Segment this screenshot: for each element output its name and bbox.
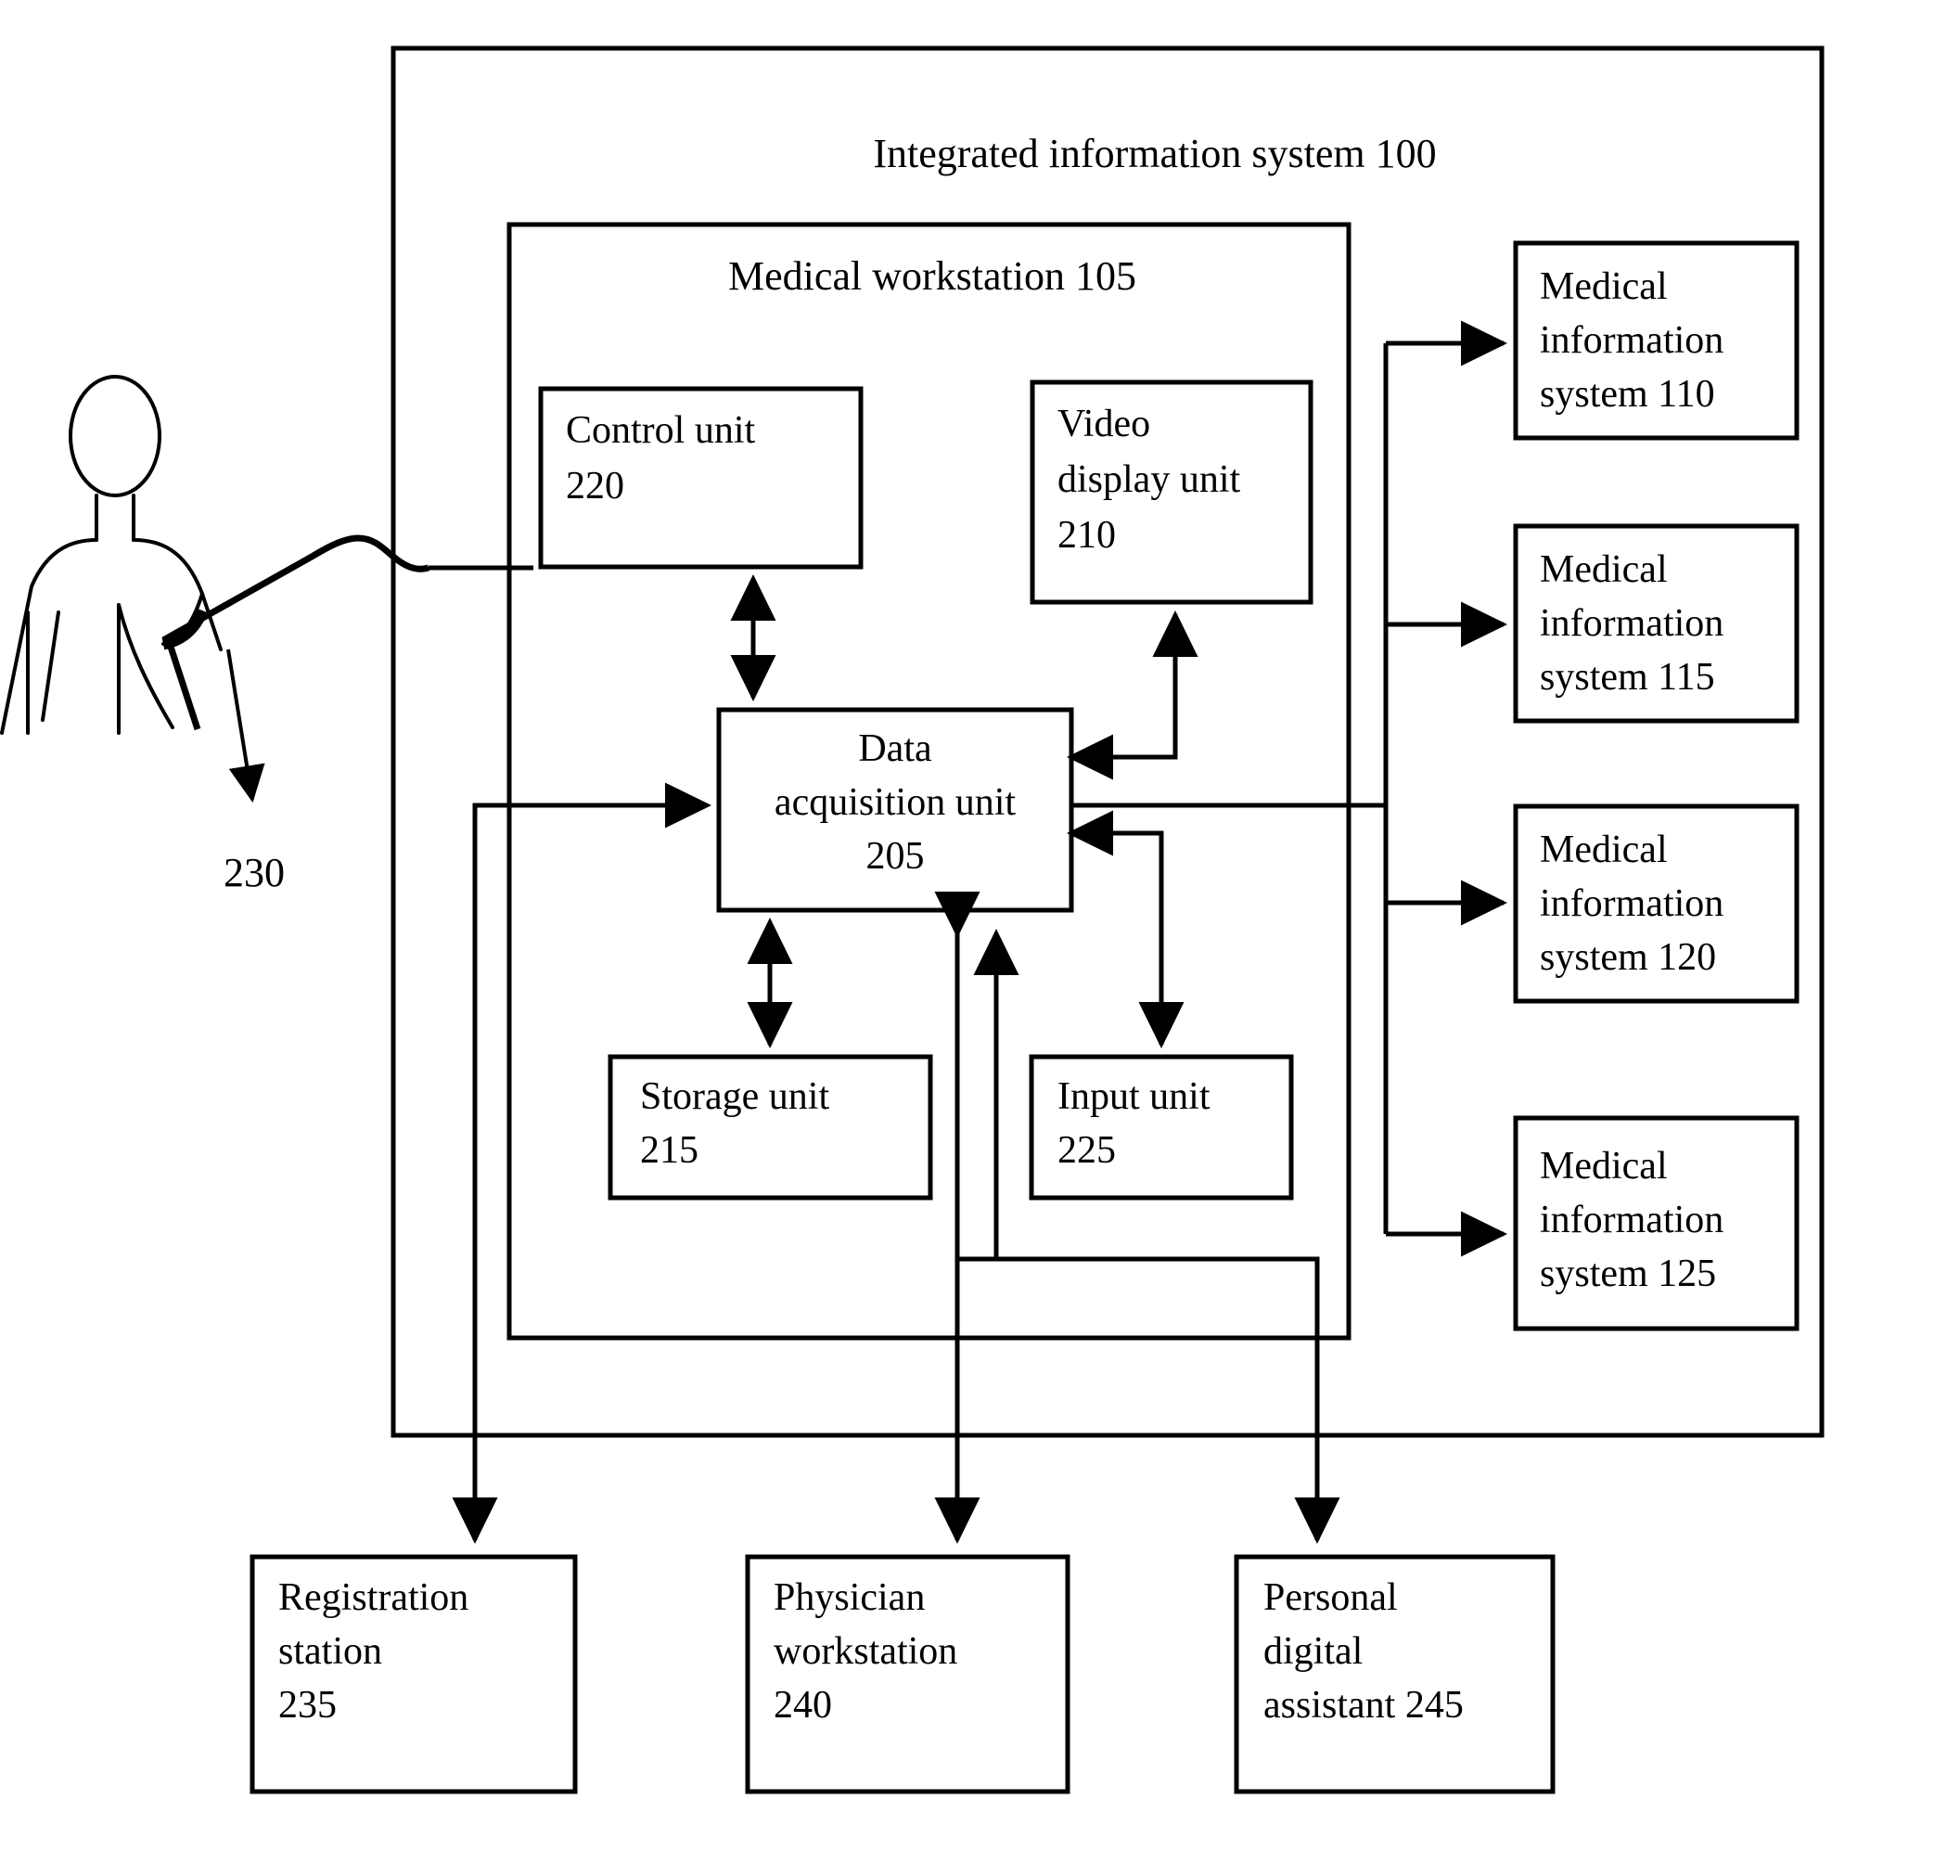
data-acquisition-unit-label-line1: Data <box>858 727 932 770</box>
patient-figure <box>0 375 429 735</box>
personal-digital-assistant-label-line1: Personal <box>1263 1576 1398 1619</box>
physician-workstation-label-line2: workstation <box>774 1630 957 1673</box>
connector-data-acquisition-to-input-unit <box>1067 810 1185 1049</box>
mis-115-label-line3: system 115 <box>1540 656 1715 699</box>
mis-120-label-line3: system 120 <box>1540 936 1716 979</box>
mis-115-label-line1: Medical <box>1540 548 1668 591</box>
mis-120-label-line2: information <box>1540 882 1723 925</box>
data-acquisition-unit-label-line2: acquisition unit <box>775 781 1016 824</box>
video-display-unit-label-line3: 210 <box>1057 514 1116 557</box>
mis-110-label-line3: system 110 <box>1540 373 1715 416</box>
personal-digital-assistant-label-line2: digital <box>1263 1630 1363 1673</box>
input-unit-label-line2: 225 <box>1057 1129 1116 1172</box>
mis-110-label-line2: information <box>1540 319 1723 362</box>
input-unit-label-line1: Input unit <box>1057 1075 1211 1118</box>
patient-sensor-cable <box>161 534 429 644</box>
personal-digital-assistant-label-line3: assistant 245 <box>1263 1684 1464 1727</box>
connector-data-acquisition-to-video-display <box>1067 610 1198 780</box>
mis-110-label-line1: Medical <box>1540 265 1668 308</box>
data-acquisition-unit-label-line3: 205 <box>866 835 925 878</box>
registration-station-label-line1: Registration <box>278 1576 468 1619</box>
patient-reference-pointer <box>226 649 265 803</box>
outer-container-label: Integrated information system 100 <box>873 131 1436 176</box>
control-unit-label-line2: 220 <box>566 465 624 508</box>
workstation-container-label: Medical workstation 105 <box>728 253 1136 299</box>
control-unit-label-line1: Control unit <box>566 409 756 452</box>
patent-figure-canvas: Integrated information system 100 Medica… <box>0 0 1960 1876</box>
storage-unit-label-line1: Storage unit <box>640 1075 829 1118</box>
mis-125-label-line2: information <box>1540 1199 1723 1241</box>
patient-reference-label: 230 <box>224 850 285 895</box>
connector-physician-workstation-stub <box>954 922 996 1262</box>
block-diagram: Integrated information system 100 Medica… <box>0 45 1825 1794</box>
registration-station-label-line3: 235 <box>278 1684 337 1727</box>
mis-115-label-line2: information <box>1540 602 1723 645</box>
video-display-unit-label-line1: Video <box>1057 403 1150 445</box>
mis-125-label-line1: Medical <box>1540 1145 1668 1188</box>
mis-125-label-line3: system 125 <box>1540 1253 1716 1295</box>
mis-120-label-line1: Medical <box>1540 829 1668 871</box>
registration-station-label-line2: station <box>278 1630 382 1673</box>
video-display-unit-label-line2: display unit <box>1057 458 1240 501</box>
patient-lead-line <box>166 642 201 731</box>
physician-workstation-label-line1: Physician <box>774 1576 925 1619</box>
connector-data-acquisition-to-personal-digital-assistant <box>973 929 1340 1545</box>
physician-workstation-label-line3: 240 <box>774 1684 832 1727</box>
storage-unit-label-line2: 215 <box>640 1129 698 1172</box>
